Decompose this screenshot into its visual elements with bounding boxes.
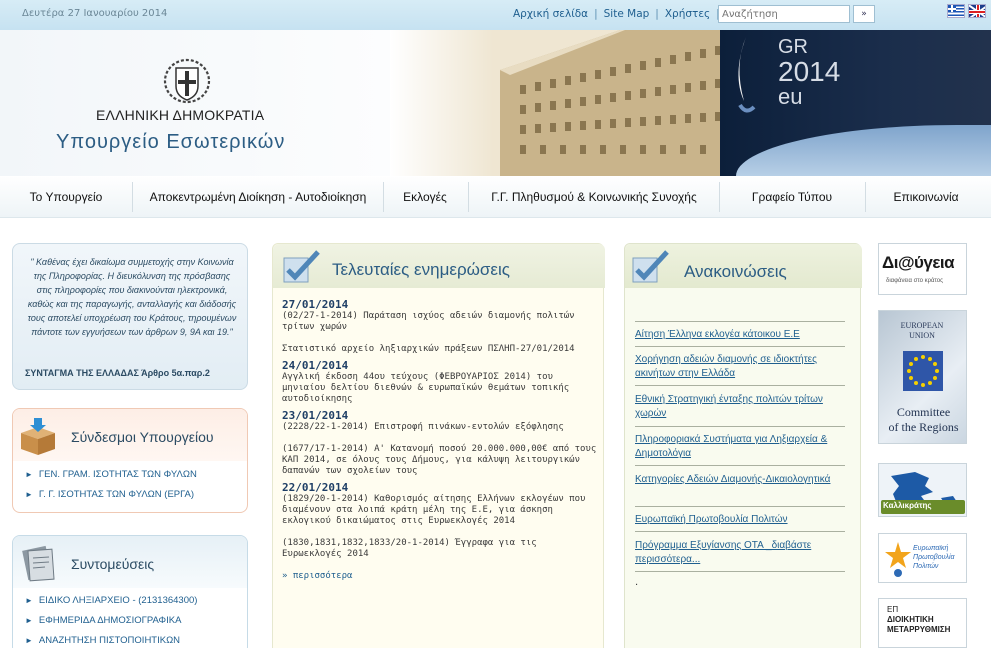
arrow-right-icon: ► bbox=[25, 490, 33, 499]
site-header: ΕΛΛΗΝΙΚΗ ΔΗΜΟΚΡΑΤΙΑ Υπουργείο Εσωτερικών… bbox=[0, 30, 991, 176]
nav-population-social-cohesion[interactable]: Γ.Γ. Πληθυσμού & Κοινωνικής Συνοχής bbox=[471, 181, 717, 213]
quote-source: ΣΥΝΤΑΓΜΑ ΤΗΣ ΕΛΛΑΔΑΣ Άρθρο 5α.παρ.2 bbox=[25, 368, 210, 378]
announcements-box: Ανακοινώσεις Αίτηση Έλληνα εκλογέα κάτοι… bbox=[624, 243, 862, 648]
box-package-icon bbox=[21, 418, 55, 455]
checkmark-icon bbox=[283, 250, 320, 283]
link-gender-equality[interactable]: ► ΓΕΝ. ΓΡΑΜ. ΙΣΟΤΗΤΑΣ ΤΩΝ ΦΥΛΩΝ bbox=[25, 469, 197, 480]
diavgeia-logo: Δι@ύγεια bbox=[882, 253, 955, 272]
announcements-title: Ανακοινώσεις bbox=[684, 262, 787, 281]
greek-flag-icon[interactable] bbox=[947, 4, 965, 18]
ministry-links-box: Σύνδεσμοι Υπουργείου ► ΓΕΝ. ΓΡΑΜ. ΙΣΟΤΗΤΑ… bbox=[12, 408, 248, 513]
news-date: 22/01/2014 bbox=[282, 481, 349, 494]
divider bbox=[635, 506, 845, 507]
nav-contact[interactable]: Επικοινωνία bbox=[868, 181, 984, 213]
shortcuts-box-title: Συντομεύσεις bbox=[71, 556, 155, 572]
main-navigation: Το Υπουργείο Αποκεντρωμένη Διοίκηση - Αυ… bbox=[0, 176, 991, 218]
nav-decentralized-administration[interactable]: Αποκεντρωμένη Διοίκηση - Αυτοδιοίκηση bbox=[136, 181, 380, 213]
arrow-right-icon: ► bbox=[25, 596, 33, 605]
announcement-dot: . bbox=[635, 577, 639, 588]
link-gender-equality-projects[interactable]: ► Γ. Γ. ΙΣΟΤΗΤΑΣ ΤΩΝ ΦΥΛΩΝ (ΕΡΓΑ) bbox=[25, 489, 194, 500]
coat-of-arms-icon bbox=[163, 58, 211, 104]
uk-flag-icon[interactable] bbox=[968, 4, 986, 18]
document-edit-icon bbox=[22, 545, 55, 582]
announcement-link[interactable]: Πρόγραμμα Εξυγίανσης ΟΤΑ _διαβάστε περισ… bbox=[635, 539, 850, 567]
kallikratis-banner[interactable]: Καλλικράτης bbox=[878, 463, 967, 517]
nav-elections[interactable]: Εκλογές bbox=[386, 181, 464, 213]
sitemap-link[interactable]: Site Map bbox=[604, 8, 650, 20]
latest-updates-title: Τελευταίες ενημερώσεις bbox=[332, 260, 510, 279]
links-box-title: Σύνδεσμοι Υπουργείου bbox=[71, 429, 214, 445]
divider bbox=[635, 385, 845, 386]
divider bbox=[635, 571, 845, 572]
citizens-initiative-banner[interactable]: Ευρωπαϊκή Πρωτοβουλία Πολιτών bbox=[878, 533, 967, 583]
administrative-reform-banner[interactable]: ΕΠ ΔΙΟΙΚΗΤΙΚΗ ΜΕΤΑΡΡΥΘΜΙΣΗ bbox=[878, 598, 967, 648]
news-date: 27/01/2014 bbox=[282, 298, 349, 311]
announcement-link[interactable]: Ευρωπαϊκή Πρωτοβουλία Πολιτών bbox=[635, 513, 850, 527]
home-link[interactable]: Αρχική σελίδα bbox=[513, 8, 588, 20]
announcement-link[interactable]: Αίτηση Έλληνα εκλογέα κάτοικου Ε.Ε bbox=[635, 328, 850, 342]
divider bbox=[635, 321, 845, 322]
users-link[interactable]: Χρήστες bbox=[665, 8, 710, 20]
arrow-right-icon: ► bbox=[25, 636, 33, 645]
news-list: 27/01/2014 (02/27-1-2014) Παράταση ισχύο… bbox=[282, 298, 600, 582]
announcement-link[interactable]: Χορήγηση αδειών διαμονής σε ιδιοκτήτες α… bbox=[635, 353, 850, 381]
news-item[interactable]: (1830,1831,1832,1833/20-1-2014) Έγγραφα … bbox=[282, 538, 600, 560]
ministry-name: Υπουργείο Εσωτερικών bbox=[56, 131, 286, 153]
star-figure-icon bbox=[885, 542, 911, 577]
shortcut-special-registry[interactable]: ► ΕΙΔΙΚΟ ΛΗΞΙΑΡΧΕΙΟ - (2131364300) bbox=[25, 595, 197, 606]
header-title: ΕΛΛΗΝΙΚΗ ΔΗΜΟΚΡΑΤΙΑ bbox=[96, 107, 265, 123]
search-button[interactable]: » bbox=[853, 5, 875, 23]
news-more-link[interactable]: » περισσότερα bbox=[282, 571, 600, 582]
main-content: " Καθένας έχει δικαίωμα συμμετοχής στην … bbox=[0, 218, 991, 648]
top-links: Αρχική σελίδα | Site Map | Χρήστες | bbox=[513, 8, 720, 20]
eu-stars-icon bbox=[903, 351, 943, 391]
latest-updates-box: Τελευταίες ενημερώσεις 27/01/2014 (02/27… bbox=[272, 243, 605, 648]
separator: | bbox=[594, 8, 598, 20]
current-date: Δευτέρα 27 Ιανουαρίου 2014 bbox=[22, 8, 168, 19]
shortcut-press-newspaper[interactable]: ► ΕΦΗΜΕΡΙΔΑ ΔΗΜΟΣΙΟΓΡΑΦΙΚΑ bbox=[25, 615, 181, 626]
announcement-link[interactable]: Κατηγορίες Αδειών Διαμονής-Δικαιολογητικ… bbox=[635, 473, 850, 487]
announcement-link[interactable]: Πληροφοριακά Συστήματα για Ληξιαρχεία & … bbox=[635, 433, 850, 461]
presidency-logo-icon bbox=[738, 37, 756, 113]
search-input[interactable] bbox=[718, 5, 850, 23]
arrow-right-icon: ► bbox=[25, 470, 33, 479]
arrow-right-icon: ► bbox=[25, 616, 33, 625]
presidency-text: GR 2014 eu bbox=[778, 36, 841, 109]
announcement-link[interactable]: Εθνική Στρατηγική ένταξης πολιτών τρίτων… bbox=[635, 393, 850, 421]
divider bbox=[635, 346, 845, 347]
ministry-building-image bbox=[390, 30, 736, 176]
news-item[interactable]: (2228/22-1-2014) Επιστροφή πινάκων-εντολ… bbox=[282, 422, 600, 433]
top-bar: Δευτέρα 27 Ιανουαρίου 2014 Αρχική σελίδα… bbox=[0, 0, 991, 30]
checkmark-icon bbox=[632, 250, 669, 283]
divider bbox=[635, 465, 845, 466]
separator: | bbox=[655, 8, 659, 20]
nav-ministry[interactable]: Το Υπουργείο bbox=[14, 181, 118, 213]
news-date: 24/01/2014 bbox=[282, 359, 349, 372]
divider bbox=[635, 531, 845, 532]
constitution-quote-box: " Καθένας έχει δικαίωμα συμμετοχής στην … bbox=[12, 243, 248, 390]
news-item[interactable]: Αγγλική έκδοση 44ου τεύχους (ΦΕΒΡΟΥΑΡΙΟΣ… bbox=[282, 372, 600, 405]
shortcuts-box: Συντομεύσεις ► ΕΙΔΙΚΟ ΛΗΞΙΑΡΧΕΙΟ - (21313… bbox=[12, 535, 248, 648]
committee-of-regions-banner[interactable]: EUROPEAN UNION Committee of the Regions bbox=[878, 310, 967, 444]
news-item[interactable]: (02/27-1-2014) Παράταση ισχύος αδειών δι… bbox=[282, 311, 600, 333]
shortcut-certificate-search[interactable]: ► ΑΝΑΖΗΤΗΣΗ ΠΙΣΤΟΠΟΙΗΤΙΚΩΝ bbox=[25, 635, 180, 646]
news-item[interactable]: (1829/20-1-2014) Καθορισμός αίτησης Ελλή… bbox=[282, 494, 600, 527]
news-item[interactable]: Στατιστικό αρχείο ληξιαρχικών πράξεων ΠΣ… bbox=[282, 344, 600, 355]
quote-text: " Καθένας έχει δικαίωμα συμμετοχής στην … bbox=[27, 257, 237, 337]
divider bbox=[635, 426, 845, 427]
nav-press-office[interactable]: Γραφείο Τύπου bbox=[722, 181, 862, 213]
news-date: 23/01/2014 bbox=[282, 409, 349, 422]
news-item[interactable]: (1677/17-1-2014) Α' Κατανομή ποσού 20.00… bbox=[282, 444, 600, 477]
diavgeia-banner[interactable]: Δι@ύγεια διαφάνεια στο κράτος bbox=[878, 243, 967, 295]
